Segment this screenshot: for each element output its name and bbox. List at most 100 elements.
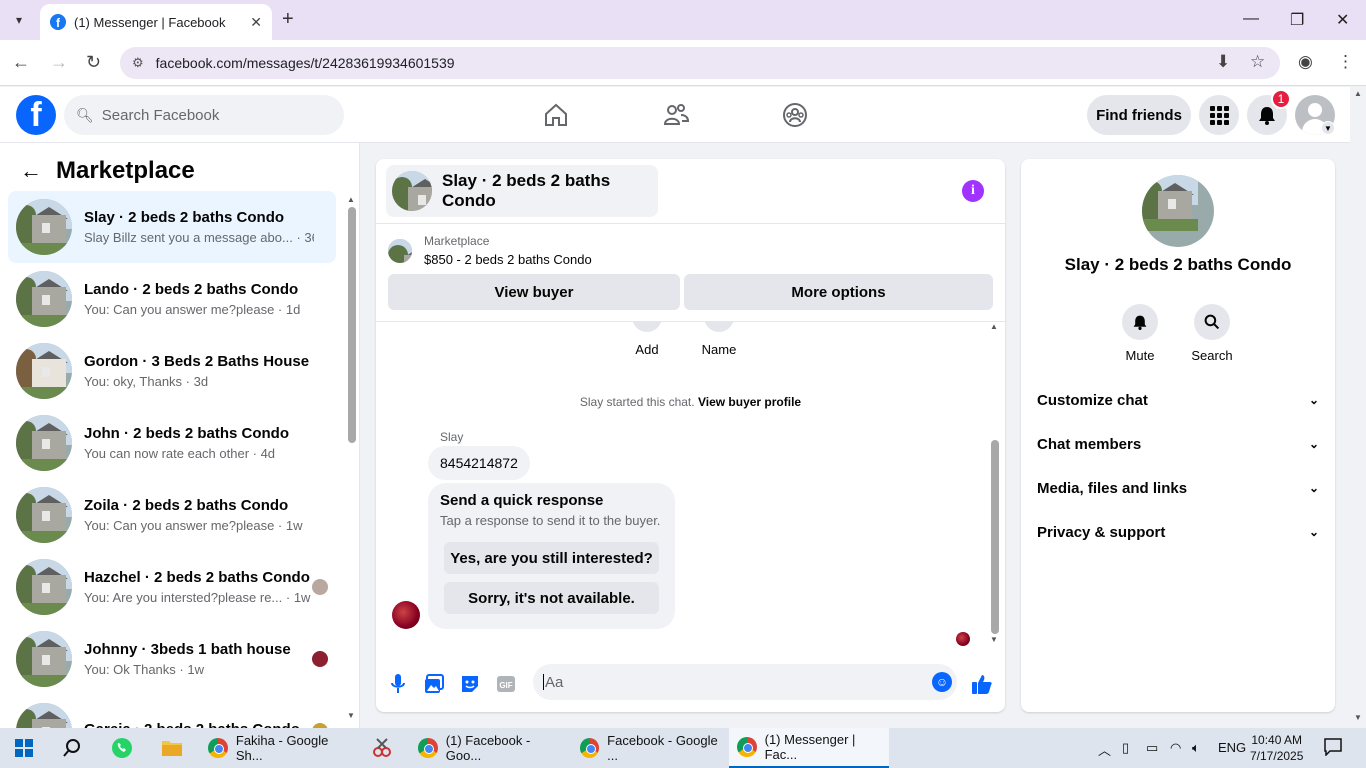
view-buyer-button[interactable]: View buyer [388,274,680,310]
marketplace-label: Marketplace [424,234,490,248]
chat-scrollbar[interactable]: ▲ ▼ [989,322,999,652]
section-label: Media, files and links [1037,479,1188,497]
quick-response-interested-button[interactable]: Yes, are you still interested? [444,542,659,574]
taskbar-app-label: Fakiha - Google Sh... [235,733,329,763]
tray-chevron-up-icon[interactable]: ︿ [1098,740,1111,759]
conversation-item[interactable]: Hazchel · 2 beds 2 baths Condo You: Are y… [8,551,336,623]
facebook-search-input[interactable]: 🔍︎ Search Facebook [64,95,344,135]
media-files-links-section[interactable]: Media, files and links ⌄ [1037,474,1319,502]
sticker-icon[interactable] [458,672,482,696]
taskbar-app-sheets[interactable]: Fakiha - Google Sh... [200,728,358,768]
name-chip-label[interactable]: Name [689,342,749,357]
restore-icon[interactable]: ❐ [1290,10,1304,30]
notification-center-icon[interactable] [1324,738,1342,759]
whatsapp-icon[interactable] [110,736,134,760]
name-chip-icon[interactable] [704,322,734,332]
emoji-icon[interactable]: ☺ [932,672,952,692]
search-in-chat-button[interactable]: Search [1182,304,1242,363]
groups-icon[interactable] [779,99,811,131]
tray-device-icon[interactable]: ▯ [1122,740,1129,756]
customize-chat-section[interactable]: Customize chat ⌄ [1037,386,1319,414]
volume-icon[interactable]: 🔈︎ [1192,740,1200,756]
site-settings-icon[interactable]: ⚙ [132,55,144,71]
info-icon[interactable]: i [962,180,984,202]
url-field[interactable]: ⚙ facebook.com/messages/t/24283619934601… [120,47,1280,79]
browser-menu-icon[interactable]: ⋮ [1337,52,1354,72]
chevron-down-icon: ⌄ [1308,481,1319,495]
page-scrollbar[interactable]: ▲ ▼ [1351,87,1366,728]
sender-avatar[interactable] [392,601,420,629]
notification-badge: 1 [1271,89,1291,109]
listing-thumbnail [16,199,72,255]
thumbs-up-icon[interactable] [970,672,994,696]
minimize-icon[interactable]: — [1243,10,1259,28]
close-window-icon[interactable]: ✕ [1336,10,1349,30]
home-icon[interactable] [540,99,572,131]
add-chip-label[interactable]: Add [617,342,677,357]
privacy-support-section[interactable]: Privacy & support ⌄ [1037,518,1319,546]
conversation-list-scrollbar[interactable]: ▲ ▼ [347,195,356,720]
reload-icon[interactable]: ↻ [86,52,101,73]
taskbar-app-messenger[interactable]: (1) Messenger | Fac... [729,728,889,768]
more-options-button[interactable]: More options [684,274,993,310]
taskbar-app-facebook-1[interactable]: (1) Facebook - Goo... [410,728,568,768]
conversation-preview: You: Are you intersted?please re... · 1w [84,590,311,605]
battery-icon[interactable]: ▭ [1146,740,1158,756]
message-composer: GIF Aa ☺ [376,662,1005,706]
chrome-icon [418,738,438,758]
quick-response-not-available-button[interactable]: Sorry, it's not available. [444,582,659,614]
chat-title: Slay · 2 beds 2 baths Condo [442,171,611,210]
search-label: Search [1191,348,1233,363]
file-explorer-icon[interactable] [160,736,184,760]
conversation-item[interactable]: John · 2 beds 2 baths Condo You can now r… [8,407,336,479]
tab-search-chevron-icon[interactable]: ▾ [8,9,30,31]
listing-info[interactable]: Marketplace $850 - 2 beds 2 baths Condo [388,234,592,267]
profile-icon[interactable]: ◉ [1298,52,1313,72]
wifi-icon[interactable]: ◠ [1170,740,1181,756]
clock-time: 10:40 AM [1251,733,1303,747]
taskbar-clock[interactable]: 10:40 AM 7/17/2025 [1250,732,1303,764]
back-icon[interactable]: ← [12,52,30,73]
close-tab-icon[interactable]: ✕ [250,14,262,31]
marketplace-conversation-list: ← Marketplace Slay · 2 beds 2 baths Cond… [0,143,360,728]
quick-response-subtitle: Tap a response to send it to the buyer. [440,513,661,528]
message-bubble[interactable]: 8454214872 [428,446,530,480]
conversation-item[interactable]: Lando · 2 beds 2 baths Condo You: Can you… [8,263,336,335]
taskbar-search-icon[interactable] [60,736,84,760]
conversation-item[interactable]: Johnny · 3beds 1 bath house You: Ok Thank… [8,623,336,695]
conversation-item[interactable]: Slay · 2 beds 2 baths Condo Slay Billz se… [8,191,336,263]
facebook-logo-icon[interactable]: f [16,95,56,135]
install-app-icon[interactable]: ⬇ [1216,52,1230,72]
conversation-item[interactable]: Garcia · 2 beds 2 baths Condo [8,695,336,728]
chat-started-notice: Slay started this chat. View buyer profi… [376,395,1005,409]
friends-icon[interactable] [660,99,692,131]
new-tab-icon[interactable]: + [282,8,294,31]
back-arrow-icon[interactable]: ← [20,158,42,184]
gif-icon[interactable]: GIF [494,672,518,696]
conversation-item[interactable]: Gordon · 3 Beds 2 Baths House You: oky, T… [8,335,336,407]
section-label: Privacy & support [1037,523,1166,541]
menu-grid-icon[interactable] [1199,95,1239,135]
message-input[interactable]: Aa [533,664,957,700]
search-placeholder: Search Facebook [101,106,220,124]
add-chip-icon[interactable] [632,322,662,332]
snipping-tool-icon[interactable] [370,736,394,760]
quick-response-card: Send a quick response Tap a response to … [428,483,675,629]
bookmark-star-icon[interactable]: ☆ [1250,52,1265,72]
mute-button[interactable]: Mute [1110,304,1170,363]
microphone-icon[interactable] [386,672,410,696]
forward-icon[interactable]: → [50,52,68,73]
chat-header[interactable]: Slay · 2 beds 2 baths Condo [386,165,658,217]
account-chevron-down-icon[interactable]: ▼ [1321,121,1335,135]
browser-tab-messenger[interactable]: f (1) Messenger | Facebook ✕ [40,4,272,40]
search-icon: 🔍︎ [76,106,94,123]
svg-text:GIF: GIF [499,681,512,690]
photo-icon[interactable] [422,672,446,696]
language-indicator[interactable]: ENG [1218,740,1246,755]
view-buyer-profile-link[interactable]: View buyer profile [698,395,801,409]
chat-members-section[interactable]: Chat members ⌄ [1037,430,1319,458]
taskbar-app-facebook-2[interactable]: Facebook - Google ... [572,728,727,768]
windows-start-icon[interactable] [12,736,36,760]
conversation-item[interactable]: Zoila · 2 beds 2 baths Condo You: Can you… [8,479,336,551]
find-friends-button[interactable]: Find friends [1087,95,1191,135]
